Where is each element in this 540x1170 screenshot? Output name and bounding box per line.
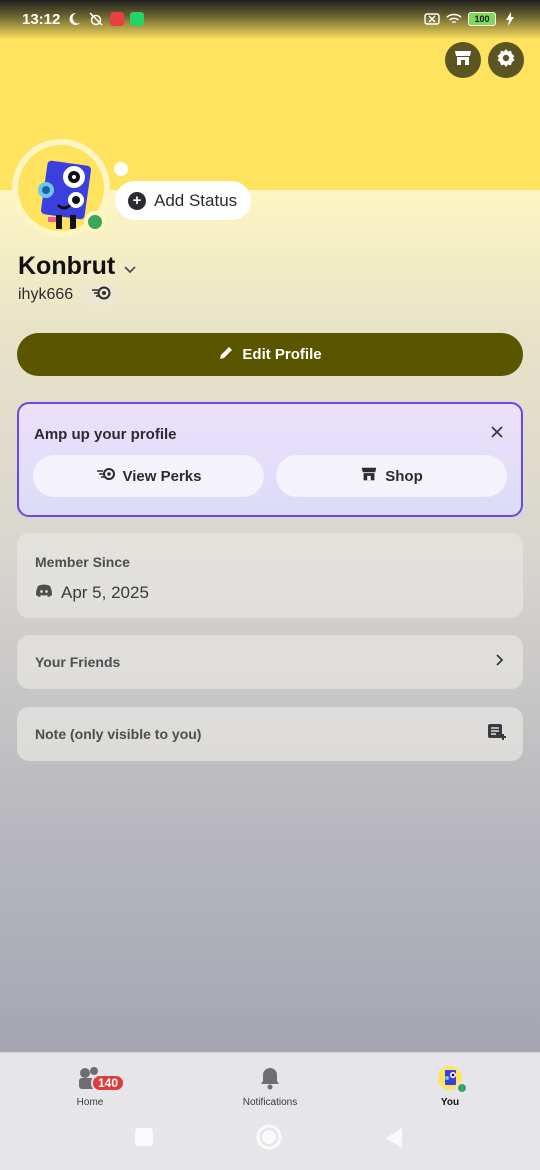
nav-notifications[interactable]: Notifications	[210, 1063, 330, 1108]
settings-button[interactable]	[488, 42, 524, 78]
nav-online-indicator	[456, 1082, 468, 1094]
bell-icon	[255, 1063, 285, 1093]
recents-button[interactable]	[134, 1127, 154, 1152]
nitro-badge[interactable]	[83, 284, 120, 306]
muted-alarm-icon	[88, 11, 104, 27]
note-row[interactable]: Note (only visible to you)	[17, 707, 523, 761]
status-bubble-dot	[114, 162, 128, 176]
gear-icon	[496, 48, 516, 73]
view-perks-button[interactable]: View Perks	[33, 455, 264, 497]
home-icon: 140	[75, 1063, 126, 1093]
shop-icon	[453, 48, 473, 73]
moon-icon	[66, 11, 82, 27]
status-time: 13:12	[22, 10, 61, 28]
shop-label: Shop	[385, 467, 423, 485]
wifi-icon	[446, 11, 462, 27]
member-since-row: Apr 5, 2025	[35, 583, 149, 603]
no-sim-icon	[424, 11, 440, 27]
online-status-indicator	[84, 211, 106, 233]
back-button[interactable]	[384, 1127, 404, 1154]
whatsapp-icon	[130, 12, 145, 26]
you-tab-icon	[435, 1063, 468, 1094]
member-since-date: Apr 5, 2025	[61, 583, 149, 602]
edit-profile-label: Edit Profile	[242, 346, 322, 363]
nav-notifications-label: Notifications	[242, 1097, 298, 1108]
nav-you[interactable]: You	[390, 1063, 510, 1108]
chevron-down-icon	[123, 252, 137, 281]
add-status-label: Add Status	[154, 190, 238, 210]
nav-home-label: Home	[76, 1097, 104, 1108]
battery-indicator: 100	[468, 12, 496, 26]
username: ihyk666	[18, 286, 74, 303]
amp-card-title: Amp up your profile	[34, 426, 177, 443]
home-system-button[interactable]	[256, 1124, 282, 1155]
nav-avatar	[438, 1066, 468, 1094]
shop-icon	[360, 465, 378, 487]
nitro-icon	[90, 286, 112, 305]
display-name-row[interactable]: Konbrut	[18, 252, 137, 281]
discord-icon	[35, 583, 53, 603]
pencil-icon	[218, 345, 234, 365]
shop-card-button[interactable]: Shop	[276, 455, 507, 497]
nav-home[interactable]: 140 Home	[30, 1063, 150, 1108]
charging-icon	[502, 11, 518, 27]
member-since-card: Member Since Apr 5, 2025	[17, 533, 523, 618]
app-notification-icon	[110, 12, 125, 26]
add-note-icon	[487, 723, 507, 746]
view-perks-label: View Perks	[122, 467, 202, 485]
home-badge: 140	[91, 1074, 126, 1092]
status-bar: 13:12 100	[0, 0, 540, 38]
your-friends-row[interactable]: Your Friends	[17, 635, 523, 689]
your-friends-label: Your Friends	[35, 654, 121, 670]
plus-icon: +	[128, 191, 146, 210]
chevron-right-icon	[495, 653, 505, 672]
edit-profile-button[interactable]: Edit Profile	[17, 333, 523, 376]
status-bar-right: 100	[424, 11, 518, 27]
nitro-icon	[96, 467, 116, 485]
display-name: Konbrut	[18, 252, 116, 280]
member-since-label: Member Since	[35, 554, 130, 570]
shop-button[interactable]	[445, 42, 481, 78]
add-status-button[interactable]: + Add Status	[115, 181, 252, 220]
system-navigation-bar	[0, 1115, 540, 1160]
nav-you-label: You	[440, 1097, 460, 1108]
close-icon[interactable]	[487, 422, 507, 442]
amp-up-profile-card: Amp up your profile View Perks Shop	[17, 402, 523, 517]
username-row: ihyk666	[18, 284, 120, 306]
status-bar-left: 13:12	[22, 10, 145, 28]
note-label: Note (only visible to you)	[35, 726, 202, 742]
